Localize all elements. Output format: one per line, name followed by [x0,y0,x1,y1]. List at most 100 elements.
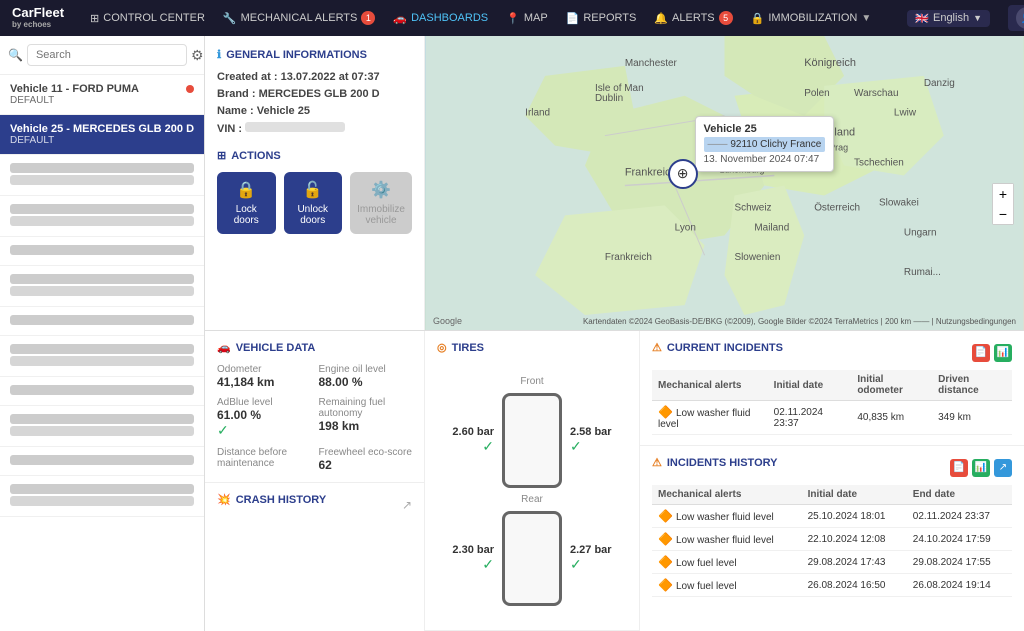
sidebar-item-blurred[interactable] [0,377,204,406]
current-incidents-actions: 📄 📊 [972,344,1012,362]
col-initial-odometer: Initial odometer [851,370,932,401]
lock-icon: 🔒 [751,12,765,25]
map-icon: 📍 [506,12,520,25]
left-column: 🚗 VEHICLE DATA Odometer 41,184 km Engine… [205,331,425,631]
bell-icon: 🔔 [654,12,668,25]
map-google-watermark: Google [433,316,462,326]
alert-indicator [186,85,194,93]
incidents-history-header: ⚠ INCIDENTS HISTORY 📄 📊 ↗ [652,456,1012,479]
crash-history-title: 💥 CRASH HISTORY [217,493,326,506]
bottom-row: 🚗 VEHICLE DATA Odometer 41,184 km Engine… [205,331,1024,631]
rear-tires-row: 2.30 bar ✓ 2.27 bar ✓ [439,511,625,606]
share-icon[interactable]: ↗ [402,498,412,512]
map-area[interactable]: Frankreich Deutschland Irland Isle of Ma… [425,36,1024,330]
sidebar-item-blurred[interactable] [0,266,204,307]
sidebar-item-blurred[interactable] [0,336,204,377]
nav-alerts[interactable]: 🔔 ALERTS 5 [654,11,732,25]
eco-score-cell: Freewheel eco-score 62 [319,447,413,472]
table-row: 🔶Low fuel level 26.08.2024 16:50 26.08.2… [652,574,1012,597]
tires-diagram: Front 2.60 bar ✓ 2.58 bar ✓ [437,364,627,620]
mechanical-alerts-badge: 1 [361,11,375,25]
tire-graphic-rear [502,511,562,606]
hist-col-alerts: Mechanical alerts [652,485,802,505]
export-pdf-button[interactable]: 📄 [972,344,990,362]
engine-oil-cell: Engine oil level 88.00 % [319,364,413,389]
incident-alert-cell: 🔶Low washer fluid level [652,401,768,435]
sidebar-item-blurred[interactable] [0,476,204,517]
lock-doors-button[interactable]: 🔒 Lock doors [217,172,276,234]
sidebar-item-vehicle25[interactable]: Vehicle 25 - MERCEDES GLB 200 D DEFAULT [0,115,204,155]
col-driven-distance: Driven distance [932,370,1012,401]
nav-dashboards[interactable]: 🚗 DASHBOARDS [393,12,488,25]
chevron-down-icon: ▼ [861,13,871,24]
history-export-pdf-button[interactable]: 📄 [950,459,968,477]
svg-text:Polen: Polen [804,88,829,99]
vin-value [245,122,345,132]
current-incidents-table: Mechanical alerts Initial date Initial o… [652,370,1012,435]
sidebar-item-blurred[interactable] [0,406,204,447]
user-menu[interactable]: 👤 ▼ [1008,5,1024,31]
odometer-cell: Odometer 41,184 km [217,364,311,389]
filter-icon[interactable]: ⚙ [191,47,204,64]
right-column: ⚠ CURRENT INCIDENTS 📄 📊 Mechanical alert… [640,331,1024,631]
sidebar-item-blurred[interactable] [0,447,204,476]
svg-text:Slowenien: Slowenien [734,252,780,263]
hist-alert-cell: 🔶Low fuel level [652,574,802,597]
history-warning-icon: ⚠ [652,456,662,469]
svg-text:Slowakei: Slowakei [879,197,919,208]
search-icon: 🔍 [8,48,23,62]
search-input[interactable] [27,44,187,66]
nav-reports[interactable]: 📄 REPORTS [566,12,637,25]
svg-text:Königreich: Königreich [804,57,856,69]
tires-icon: ◎ [437,341,447,354]
rear-left-check: ✓ [482,556,494,573]
sidebar-item-blurred[interactable] [0,155,204,196]
created-at: Created at : 13.07.2022 at 07:37 [217,71,412,83]
wrench-icon: 🔧 [223,12,237,25]
front-left-block: 2.60 bar ✓ [439,426,494,455]
hist-end-date-cell: 26.08.2024 19:14 [907,574,1012,597]
svg-text:Danzig: Danzig [924,78,955,89]
hist-initial-date-cell: 26.08.2024 16:50 [802,574,907,597]
map-zoom-controls: + − [992,183,1014,225]
sidebar-item-blurred[interactable] [0,196,204,237]
language-selector[interactable]: 🇬🇧 English ▼ [907,10,990,27]
hist-end-date-cell: 02.11.2024 23:37 [907,505,1012,528]
map-placeholder: Frankreich Deutschland Irland Isle of Ma… [425,36,1024,330]
svg-text:Dublin: Dublin [595,93,623,104]
rear-left-block: 2.30 bar ✓ [439,544,494,573]
history-export-excel-button[interactable]: 📊 [972,459,990,477]
incidents-history-title: ⚠ INCIDENTS HISTORY [652,456,778,469]
sidebar-item-blurred[interactable] [0,307,204,336]
unlock-icon: 🔓 [303,180,323,200]
svg-text:Tschechien: Tschechien [854,158,904,169]
history-share-button[interactable]: ↗ [994,459,1012,477]
immobilize-button[interactable]: ⚙️ Immobilize vehicle [350,172,412,234]
zoom-in-button[interactable]: + [993,184,1013,204]
export-excel-button[interactable]: 📊 [994,344,1012,362]
incidents-history-section: ⚠ INCIDENTS HISTORY 📄 📊 ↗ Mechanical [640,446,1024,607]
control-center-icon: ⊞ [90,12,99,25]
mercedes-icon: ⊕ [677,165,689,182]
map-copyright: Kartendaten ©2024 GeoBasis-DE/BKG (©2009… [583,317,1016,326]
nav-control-center[interactable]: ⊞ CONTROL CENTER [90,12,205,25]
nav-immobilization[interactable]: 🔒 IMMOBILIZATION ▼ [751,12,872,25]
info-icon: ℹ [217,48,221,61]
nav-map[interactable]: 📍 MAP [506,12,548,25]
immobilize-icon: ⚙️ [371,180,391,200]
actions-section: ⊞ ACTIONS 🔒 Lock doors 🔓 Unlock doors [217,149,412,234]
nav-mechanical-alerts[interactable]: 🔧 MECHANICAL ALERTS 1 [223,11,375,25]
unlock-doors-button[interactable]: 🔓 Unlock doors [284,172,343,234]
crash-history-section: 💥 CRASH HISTORY ↗ [205,483,424,558]
svg-text:Rumai...: Rumai... [904,267,941,278]
zoom-out-button[interactable]: − [993,204,1013,224]
svg-text:Ungarn: Ungarn [904,227,937,238]
hist-initial-date-cell: 22.10.2024 12:08 [802,528,907,551]
hist-alert-cell: 🔶Low washer fluid level [652,528,802,551]
front-right-block: 2.58 bar ✓ [570,426,625,455]
reports-icon: 📄 [566,12,580,25]
sidebar-item-blurred[interactable] [0,237,204,266]
sidebar-item-vehicle11[interactable]: Vehicle 11 - FORD PUMA DEFAULT [0,75,204,115]
svg-text:Lwiw: Lwiw [894,108,917,119]
warning-triangle-icon: ⚠ [652,341,662,354]
